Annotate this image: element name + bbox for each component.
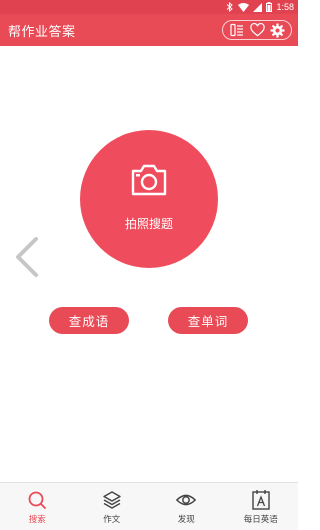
eye-icon [175,489,197,511]
app-title: 帮作业答案 [8,24,76,40]
nav-label-daily-english: 每日英语 [243,514,278,525]
nav-item-search[interactable]: 搜索 [7,489,67,525]
layers-icon [101,489,123,511]
camera-icon [130,163,168,197]
heart-icon[interactable] [249,22,265,38]
nav-label-search: 搜索 [28,514,46,525]
nav-item-essay[interactable]: 作文 [82,489,142,525]
app-bar: 帮作业答案 [0,14,298,46]
calendar-a-icon [250,489,272,511]
nav-label-essay: 作文 [103,514,121,525]
camera-label: 拍照搜题 [124,216,173,231]
word-lookup-button[interactable]: 查单词 [168,307,248,334]
signal-icon [253,2,263,12]
nav-label-discover: 发现 [177,514,195,525]
bluetooth-icon [226,2,234,12]
search-icon [26,489,48,511]
nav-item-discover[interactable]: 发现 [156,489,216,525]
idiom-lookup-button[interactable]: 查成语 [49,307,129,334]
status-bar: 1:58 [0,0,298,14]
status-time: 1:58 [276,2,294,12]
bottom-nav: 搜索 作文 发现 每日英语 [0,482,298,530]
wifi-icon [238,2,250,12]
notes-list-icon[interactable] [229,22,245,38]
photo-search-button[interactable]: 拍照搜题 [80,130,218,268]
battery-icon [266,2,273,12]
gear-icon[interactable] [269,22,285,38]
app-actions [222,20,292,40]
previous-arrow-icon[interactable] [12,236,42,278]
nav-item-daily-english[interactable]: 每日英语 [231,489,291,525]
